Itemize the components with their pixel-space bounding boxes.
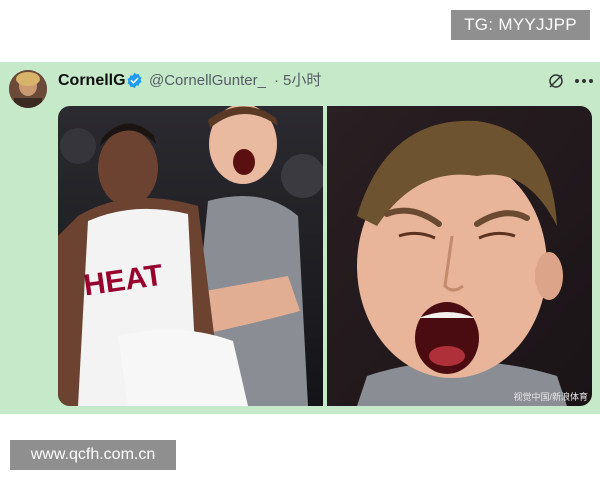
post-photo-right[interactable]: 视觉中国/新浪体育 [327,106,592,406]
grok-icon[interactable] [547,72,565,90]
separator-dot: · [274,72,279,89]
watermark-bottom: www.qcfh.com.cn [10,440,176,470]
more-options-icon[interactable] [574,74,594,88]
post-photo-left[interactable]: HEAT [58,106,323,406]
watermark-top: TG: MYYJJPP [451,10,590,40]
author-name[interactable]: CornellG [58,71,126,91]
author-handle[interactable]: @CornellGunter_ [149,71,266,91]
post-card[interactable]: CornellG @CornellGunter_ · 5小时 HEAT 视觉中国… [0,62,600,414]
photo-credit: 视觉中国/新浪体育 [513,392,588,402]
post-time[interactable]: 5小时 [283,71,321,91]
author-avatar[interactable] [9,70,47,108]
verified-badge-icon [127,72,142,89]
